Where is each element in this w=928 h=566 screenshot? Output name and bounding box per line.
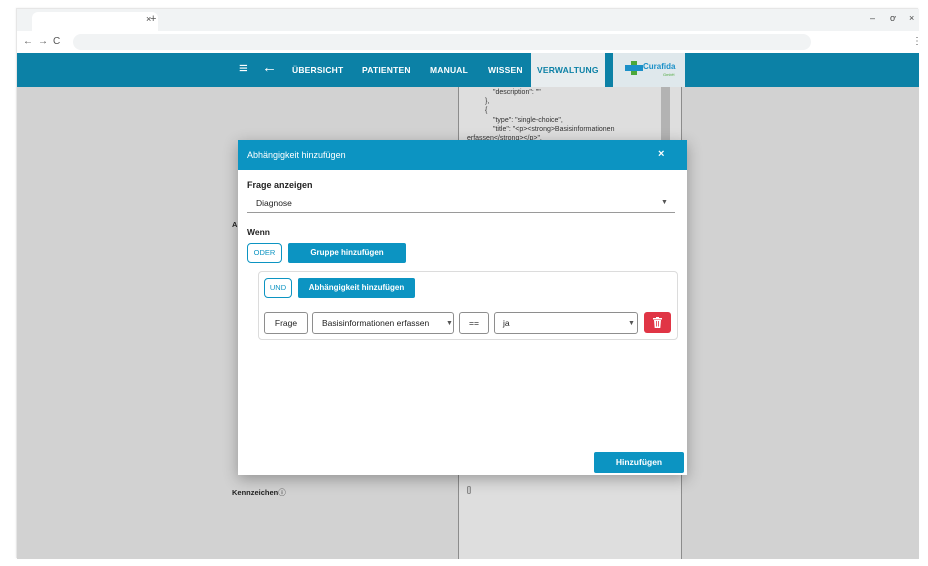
chevron-down-icon: ▼ — [446, 320, 453, 327]
condition-question-select[interactable]: Basisinformationen erfassen ▼ — [312, 312, 454, 334]
add-group-button[interactable]: Gruppe hinzufügen — [288, 243, 406, 263]
json-line: "title": "<p><strong>Basisinformationen — [493, 126, 615, 133]
add-dependency-button[interactable]: Abhängigkeit hinzufügen — [298, 278, 415, 298]
new-tab-icon[interactable]: + — [150, 13, 156, 25]
json-line: { — [485, 107, 488, 114]
reload-icon[interactable]: C — [53, 36, 60, 47]
close-icon[interactable]: × — [658, 148, 664, 160]
trash-icon — [653, 317, 662, 328]
field-label-a: A — [232, 220, 238, 229]
submit-button[interactable]: Hinzufügen — [594, 452, 684, 473]
browser-tab[interactable]: × — [32, 12, 158, 31]
chevron-down-icon: ▼ — [661, 199, 668, 206]
condition-type-field[interactable]: Frage — [264, 312, 308, 334]
dialog-title: Abhängigkeit hinzufügen — [247, 150, 346, 160]
restore-icon[interactable]: ơ — [890, 13, 896, 23]
frage-anzeigen-label: Frage anzeigen — [247, 180, 313, 190]
back-arrow-icon[interactable]: ← — [23, 36, 33, 47]
curafida-logo: Curafida GmbH — [613, 53, 685, 87]
chevron-down-icon: ▼ — [628, 320, 635, 327]
json-line: "type": "single-choice", — [493, 117, 563, 124]
logo-text: Curafida — [643, 62, 676, 71]
menu-icon[interactable]: ≡ — [239, 60, 248, 77]
kennzeichen-label: Kennzeichenⓘ — [232, 487, 286, 498]
back-icon[interactable]: ← — [262, 59, 277, 76]
address-bar[interactable] — [73, 34, 811, 50]
wenn-label: Wenn — [247, 227, 270, 237]
kennzeichen-text: Kennzeichen — [232, 488, 279, 497]
nav-patienten[interactable]: PATIENTEN — [362, 65, 411, 75]
cross-logo-icon — [625, 61, 643, 75]
browser-menu-icon[interactable]: ⋮ — [912, 36, 922, 47]
condition-value-select[interactable]: ja ▼ — [494, 312, 638, 334]
json-line: "description": "" — [493, 89, 541, 96]
operator-field[interactable]: == — [459, 312, 489, 334]
nav-manual[interactable]: MANUAL — [430, 65, 468, 75]
und-button[interactable]: UND — [264, 278, 292, 298]
frage-select[interactable]: Diagnose ▼ — [247, 193, 675, 213]
window-close-icon[interactable]: × — [909, 13, 914, 23]
minimize-icon[interactable]: – — [870, 13, 875, 23]
forward-arrow-icon[interactable]: → — [38, 36, 48, 47]
dialog-header: Abhängigkeit hinzufügen × — [238, 140, 687, 170]
condition-value-text: ja — [503, 318, 510, 328]
json-line: }, — [485, 98, 490, 105]
nav-ubersicht[interactable]: ÜBERSICHT — [292, 65, 343, 75]
delete-condition-button[interactable] — [644, 312, 671, 333]
frage-select-value: Diagnose — [256, 198, 292, 208]
browser-window: × + – ơ × ← → C ⋮ ≡ ← ÜBERSICHT PATIENTE… — [16, 8, 922, 559]
app-header: ≡ ← ÜBERSICHT PATIENTEN MANUAL WISSEN VE… — [17, 53, 919, 87]
browser-tabbar: × + – ơ × — [17, 9, 919, 31]
add-dependency-dialog: Abhängigkeit hinzufügen × Frage anzeigen… — [238, 140, 687, 475]
logo-subtext: GmbH — [663, 72, 675, 77]
info-icon[interactable]: ⓘ — [278, 488, 286, 497]
oder-button[interactable]: ODER — [247, 243, 282, 263]
condition-question-value: Basisinformationen erfassen — [322, 318, 430, 328]
nav-verwaltung[interactable]: VERWALTUNG — [531, 53, 605, 87]
json-bottom: [] — [467, 487, 471, 494]
browser-toolbar: ← → C ⋮ — [17, 31, 922, 53]
nav-wissen[interactable]: WISSEN — [488, 65, 523, 75]
